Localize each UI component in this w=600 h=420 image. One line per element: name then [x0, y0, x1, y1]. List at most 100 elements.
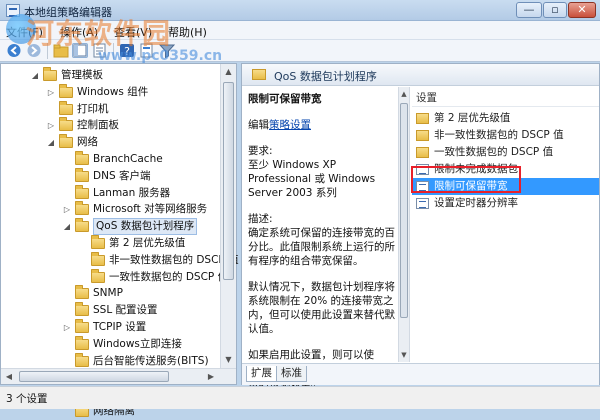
expand-arrow-icon — [79, 273, 87, 282]
maximize-button[interactable]: ▫ — [543, 2, 567, 18]
menu-view[interactable]: 查看(V) — [114, 24, 152, 40]
settings-item-label: 设置定时器分辨率 — [434, 197, 518, 209]
back-icon[interactable] — [6, 43, 22, 58]
expand-arrow-icon — [63, 189, 71, 198]
status-bar: 3 个设置 — [0, 386, 600, 409]
policy-setting-icon — [416, 181, 429, 192]
scroll-up-icon[interactable]: ▲ — [221, 64, 236, 80]
scroll-down-icon[interactable]: ▼ — [221, 352, 236, 368]
settings-item-label: 限制可保留带宽 — [434, 180, 508, 192]
requirements-text: 至少 Windows XP Professional 或 Windows Ser… — [248, 159, 376, 199]
folder-icon — [416, 147, 429, 158]
tree-item-label: BranchCache — [93, 153, 163, 165]
scroll-right-icon[interactable]: ▶ — [203, 369, 219, 384]
tree-item-label: 第 2 层优先级值 — [109, 237, 186, 249]
forward-icon[interactable] — [26, 43, 42, 58]
collapse-arrow-icon[interactable]: ◢ — [47, 138, 55, 147]
collapse-arrow-icon[interactable]: ◢ — [31, 71, 39, 80]
settings-list-item[interactable]: 一致性数据包的 DSCP 值 — [412, 144, 599, 161]
edit-prefix: 编辑 — [248, 119, 269, 131]
view-tabs: 扩展 标准 — [242, 363, 599, 385]
menu-action[interactable]: 操作(A) — [60, 24, 98, 40]
description-scrollbar[interactable]: ▲ ▼ — [398, 87, 410, 362]
menu-file[interactable]: 文件(F) — [6, 24, 43, 40]
tree-vertical-scrollbar[interactable]: ▲ ▼ — [220, 64, 236, 368]
window-title: 本地组策略编辑器 — [24, 6, 112, 19]
expand-arrow-icon — [63, 172, 71, 181]
default-text: 默认情况下，数据包计划程序将系统限制在 20% 的连接带宽之内，但可以使用此设置… — [248, 281, 395, 335]
folder-icon — [75, 151, 89, 165]
folder-icon — [75, 201, 89, 216]
toolbar: ? — [0, 40, 600, 62]
settings-item-label: 第 2 层优先级值 — [434, 112, 511, 124]
app-icon — [6, 4, 20, 17]
settings-list-item[interactable]: 限制未完成数据包 — [412, 161, 599, 178]
extended-description: 限制可保留带宽 编辑策略设置 要求: 至少 Windows XP Professi… — [248, 92, 398, 402]
expand-arrow-icon[interactable]: ▷ — [47, 121, 55, 130]
close-button[interactable]: ✕ — [568, 2, 596, 18]
folder-icon — [75, 352, 89, 367]
requirements: 要求: 至少 Windows XP Professional 或 Windows … — [248, 144, 398, 200]
settings-item-label: 非一致性数据包的 DSCP 值 — [434, 129, 564, 141]
tab-extended[interactable]: 扩展 — [246, 366, 277, 382]
tab-standard[interactable]: 标准 — [276, 366, 307, 382]
details-pane: QoS 数据包计划程序 限制可保留带宽 编辑策略设置 要求: 至少 Windows… — [241, 63, 600, 389]
settings-item-label: 一致性数据包的 DSCP 值 — [434, 146, 554, 158]
expand-arrow-icon — [47, 105, 55, 114]
hscroll-thumb[interactable] — [19, 371, 169, 382]
folder-icon — [252, 69, 266, 80]
tree-item-label: SSL 配置设置 — [93, 304, 158, 317]
scroll-left-icon[interactable]: ◀ — [1, 369, 17, 384]
svg-text:?: ? — [124, 45, 130, 58]
expand-arrow-icon — [63, 340, 71, 349]
scroll-up-icon[interactable]: ▲ — [399, 87, 409, 101]
folder-icon — [91, 268, 105, 283]
tree-item-label: Windows 组件 — [77, 85, 149, 98]
settings-item-label: 限制未完成数据包 — [434, 163, 518, 175]
settings-column-header[interactable]: 设置 — [412, 90, 599, 107]
folder-icon — [75, 167, 89, 182]
properties-icon[interactable] — [139, 43, 155, 58]
folder-icon — [75, 285, 89, 300]
collapse-arrow-icon[interactable]: ◢ — [63, 222, 71, 231]
folder-icon — [43, 67, 57, 81]
settings-list-item[interactable]: 第 2 层优先级值 — [412, 110, 599, 127]
tree-item-label: SNMP — [93, 287, 123, 300]
expand-arrow-icon[interactable]: ▷ — [63, 205, 71, 214]
folder-icon — [59, 100, 73, 115]
expand-arrow-icon — [63, 155, 71, 164]
tree-item-label: 一致性数据包的 DSCP 值 — [109, 270, 229, 283]
minimize-button[interactable]: — — [516, 2, 542, 18]
help-icon[interactable]: ? — [119, 43, 135, 58]
folder-icon — [75, 319, 89, 333]
folder-icon — [59, 134, 73, 149]
menu-help[interactable]: 帮助(H) — [168, 24, 207, 40]
description-text: 确定系统可保留的连接带宽的百分比。此值限制系统上运行的所有程序的组合带宽保留。 — [248, 227, 395, 267]
settings-list-item[interactable]: 限制可保留带宽 — [412, 178, 599, 195]
menu-bar: 文件(F) 操作(A) 查看(V) 帮助(H) — [0, 21, 600, 40]
export-list-icon[interactable] — [92, 43, 108, 58]
folder-icon — [91, 251, 105, 266]
scroll-thumb[interactable] — [223, 82, 234, 280]
expand-arrow-icon[interactable]: ▷ — [63, 323, 71, 332]
filter-icon[interactable] — [158, 43, 176, 59]
expand-arrow-icon — [63, 357, 71, 366]
expand-arrow-icon[interactable]: ▷ — [47, 88, 55, 97]
show-hide-tree-icon[interactable] — [72, 43, 88, 58]
description-block: 描述: 确定系统可保留的连接带宽的百分比。此值限制系统上运行的所有程序的组合带宽保… — [248, 212, 398, 268]
folder-icon — [75, 184, 89, 199]
scroll-down-icon[interactable]: ▼ — [399, 348, 409, 362]
settings-list-item[interactable]: 非一致性数据包的 DSCP 值 — [412, 127, 599, 144]
settings-list-item[interactable]: 设置定时器分辨率 — [412, 195, 599, 212]
tree-item-label: 打印机 — [77, 102, 109, 115]
up-folder-icon[interactable] — [53, 43, 69, 58]
expand-arrow-icon — [63, 306, 71, 315]
edit-policy-link[interactable]: 策略设置 — [269, 119, 311, 131]
scroll-thumb[interactable] — [400, 103, 408, 318]
policy-title: 限制可保留带宽 — [248, 93, 322, 105]
tree-horizontal-scrollbar[interactable]: ◀ ▶ — [1, 368, 236, 384]
expand-arrow-icon — [79, 256, 87, 265]
folder-icon — [59, 83, 73, 98]
status-text: 3 个设置 — [6, 393, 48, 405]
tree-item-label: DNS 客户端 — [93, 169, 151, 182]
